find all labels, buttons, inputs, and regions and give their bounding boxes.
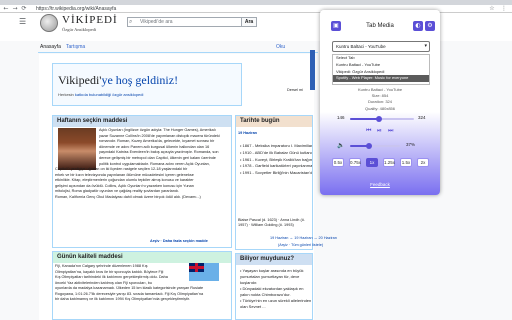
welcome-link[interactable]: ye hoş geldiniz! [101, 73, 178, 87]
speed-button[interactable]: 0.5x [332, 158, 344, 167]
tab-option[interactable]: Kuntru Baltaci - YouTube [333, 62, 429, 69]
good-line: bir daha katılmamış ve ilk katılımını 19… [55, 297, 190, 302]
tab-select[interactable]: Kuntru Baltaci - YouTube ▾ [332, 41, 430, 52]
tab-option-selected[interactable]: Spotify - Web Player: Music for everyone [333, 75, 429, 83]
tab-talk-label[interactable]: Tartışma [66, 44, 85, 50]
featured-line: Açlık Oyunları (İngilizce özgün adıyla: … [99, 128, 216, 132]
featured-header: Haftanın seçkin maddesi [53, 116, 231, 127]
fiji-flag-image[interactable] [189, 263, 219, 281]
progress-handle[interactable] [375, 116, 382, 122]
history-list: 1867 - Meksika imparatoru I. Maximilian … [240, 143, 312, 177]
history-header: Tarihte bugün [236, 116, 312, 127]
hamburger-icon[interactable]: ☰ [19, 17, 26, 26]
search-input[interactable]: Vikipedi'de ara [127, 17, 252, 27]
forward-icon[interactable]: → [11, 5, 19, 13]
volume-percent: 37% [406, 142, 416, 147]
good-text-bottom: oyunlarda da madalya kazanamadı. Ülkeden… [55, 286, 231, 303]
media-quality: Quality: 480x856 [364, 105, 396, 111]
featured-text-top: Açlık Oyunları (İngilizce özgün adıyla: … [99, 128, 231, 167]
mute-icon[interactable]: 🔈 [337, 142, 344, 149]
history-item: 1991 - Sovyetler Birliği'nin Macaristan'… [240, 170, 312, 177]
wikipedia-globe-logo[interactable] [40, 14, 58, 32]
history-born: Blaise Pascal (d. 1623) · Anna Lindh (ö.… [238, 218, 305, 227]
feedback-link[interactable]: Feedback [320, 182, 440, 187]
good-text: Fiji, Kanada'nın Calgary şehrinde düzenl… [55, 264, 187, 286]
history-date[interactable]: 19 Haziran [238, 131, 257, 137]
rewind-icon[interactable]: ⏮ [366, 127, 371, 135]
tab-article[interactable]: Anasayfa [40, 44, 67, 50]
tab-read[interactable]: Oku [276, 44, 285, 50]
featured-line: romanıdır. Roman, Kuzey Amerika'da, gele… [99, 139, 215, 144]
settings-icon[interactable]: ⚙ [425, 21, 435, 31]
tab-option[interactable]: Select Tab [333, 55, 429, 62]
menu-icon[interactable]: ⋮ [500, 5, 508, 13]
featured-footer-link[interactable]: Arşiv · Daha fazla seçkin madde [150, 239, 208, 245]
speed-button[interactable]: 1.25x [383, 158, 395, 167]
progress-fill [350, 118, 379, 120]
good-line: Kış Olimpiyatları tarihindeki ilk katılı… [55, 275, 168, 280]
speed-button[interactable]: 1.5x [400, 158, 412, 167]
welcome-title: Vikipedi'ye hoş geldiniz! [58, 73, 178, 88]
didyouknow-header: Biliyor muydunuz? [236, 254, 312, 265]
side-label[interactable]: Dersel mi [287, 88, 303, 94]
featured-line: Roman, Kalifornia Genç Okul Madalyası da… [55, 194, 201, 199]
didyouknow-list: Yaşayan kuşlar arasında en büyük yumurta… [240, 268, 312, 310]
wikipedia-wordmark[interactable]: VİKİPEDİ [62, 14, 118, 26]
didyouknow-item: Dünyadaki ekvatordan yaklaşık en yakın n… [240, 286, 312, 298]
reload-icon[interactable]: ⟳ [20, 5, 28, 13]
welcome-subtitle: Herkesin katkıda bulunabildiği özgür ans… [58, 92, 143, 97]
welcome-sub-link[interactable]: katkıda bulunabildiği özgür ansiklopedi [75, 92, 144, 97]
search-icon: ⌕ [129, 18, 133, 25]
history-footer[interactable]: 19 Haziran → 19 Haziran → 20 Haziran [270, 236, 337, 242]
speed-button[interactable]: 2x [417, 158, 429, 167]
media-info: Kuntru Baltaci - YouTube Size: 854 Durat… [320, 87, 440, 112]
flag-cross-h [189, 266, 204, 269]
didyouknow-item: Yaşayan kuşlar arasında en büyük yumurta… [240, 268, 312, 286]
history-item: 1867 - Meksika imparatoru I. Maximilian … [240, 143, 312, 150]
back-icon[interactable]: ← [2, 5, 10, 13]
time-current: 146 [337, 115, 345, 120]
welcome-prefix: Vikipedi' [58, 73, 102, 87]
history-item: 1910 - ABD'de ilk Babalar Günü kutlandı. [240, 150, 312, 157]
search-button[interactable]: Ara [241, 17, 257, 27]
history-item: 1978 - Garfield karikatürleri yayınlanma… [240, 163, 312, 170]
chevron-down-icon: ▾ [424, 43, 427, 49]
speed-button-active[interactable]: 1x [366, 158, 378, 167]
tab-talk[interactable]: Tartışma [66, 44, 91, 50]
history-footer2[interactable]: (Arşiv · Tüm günleri listele) [278, 243, 323, 249]
tab-options-list: Select Tab Kuntru Baltaci - YouTube Viki… [332, 54, 430, 85]
speed-button[interactable]: 0.75x [349, 158, 361, 167]
time-total: 324 [418, 115, 426, 120]
good-header: Günün kaliteli maddesi [53, 252, 231, 263]
tab-option[interactable]: Vikipedi: Özgür Ansiklopedi [333, 69, 429, 76]
tab-divider [38, 52, 318, 53]
wikipedia-tagline: Özgür Ansiklopedi [62, 27, 97, 32]
forward-icon[interactable]: ⏭ [388, 127, 393, 135]
play-icon[interactable]: ⏯ [377, 127, 382, 135]
tab-select-value: Kuntru Baltaci - YouTube [336, 44, 386, 49]
volume-handle[interactable] [365, 143, 372, 149]
featured-line: derece gelişmiş bir metropol olan Capito… [99, 155, 216, 160]
tab-article-label[interactable]: Anasayfa [40, 44, 61, 50]
sidebar-toggle[interactable] [310, 50, 315, 90]
welcome-sub-prefix: Herkesin [58, 92, 75, 97]
featured-text-bottom: Capitol'ü yenilgiye uğratan on iki ilçed… [55, 167, 231, 201]
theme-icon[interactable]: ◐ [413, 21, 423, 31]
history-item: 1961 - Kuveyt, Birleşik Krallık'tan bağı… [240, 157, 312, 164]
featured-photo[interactable] [58, 128, 96, 170]
bookmark-icon[interactable]: ☆ [488, 5, 496, 13]
url-field[interactable]: https://tr.wikipedia.org/wiki/Anasayfa [32, 5, 282, 13]
didyouknow-item: Türkiye'nin en uzun sürekli ailelerinden… [240, 298, 312, 310]
